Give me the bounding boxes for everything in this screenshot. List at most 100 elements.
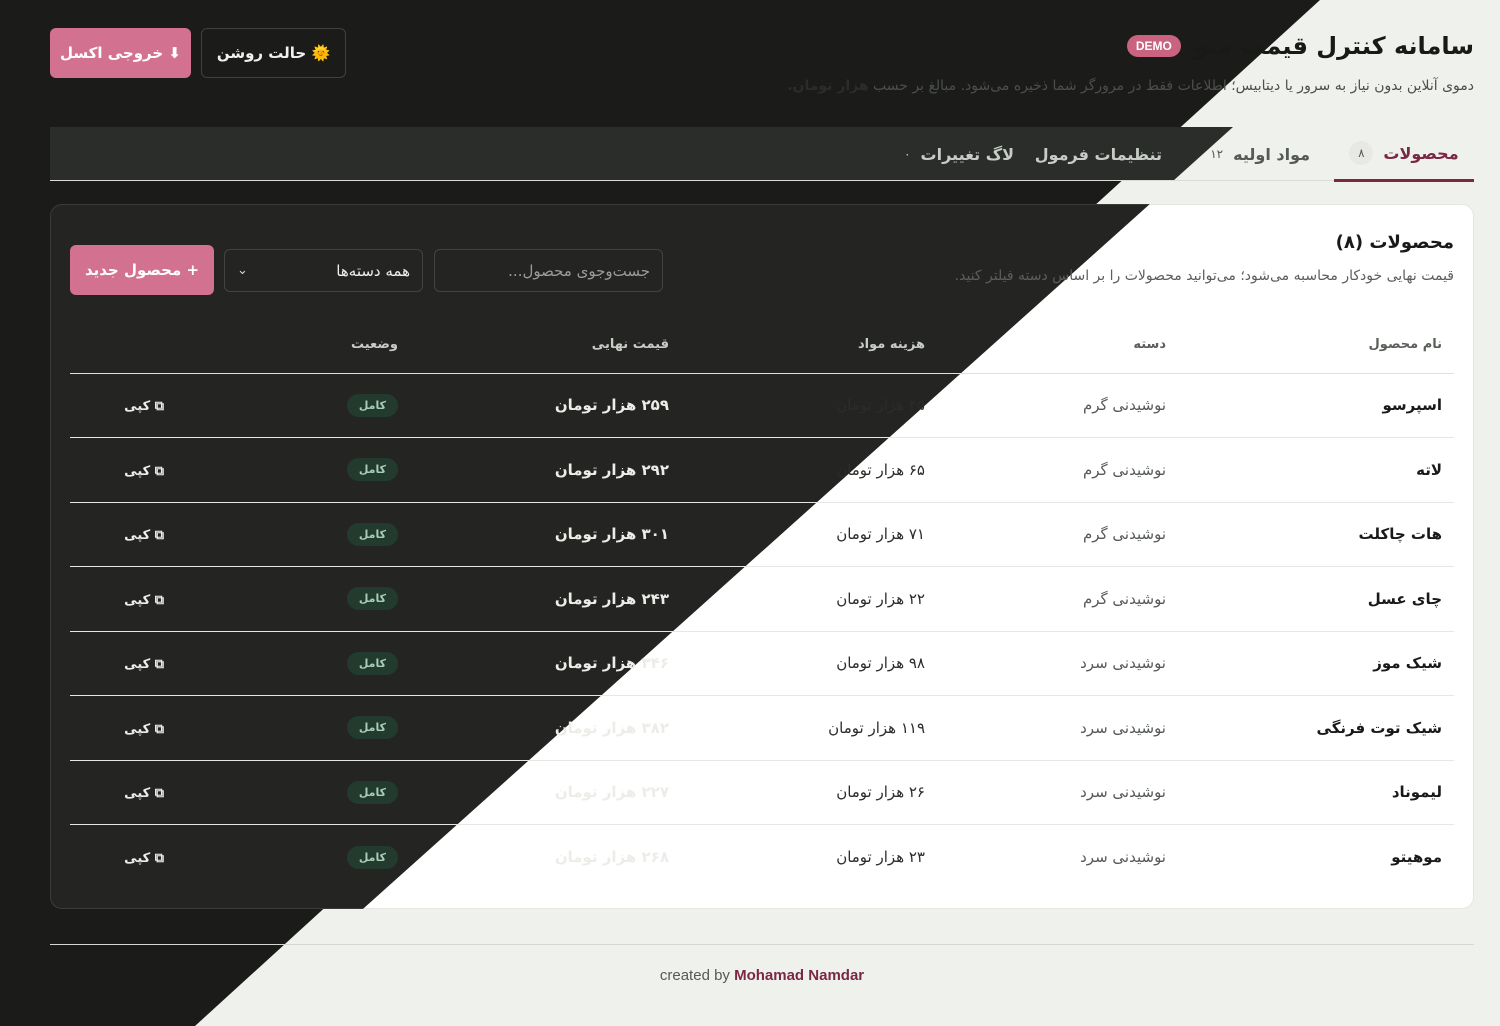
copy-button[interactable]: ⧉ کپی [124, 722, 164, 737]
product-status-cell: کامل [280, 631, 410, 696]
product-status-cell: کامل [280, 437, 410, 503]
product-final-price: ۲۵۹ هزار تومان [554, 396, 669, 415]
table-row: هات چاکلت نوشیدنی گرم ۷۱ هزار تومان ۳۰۱ هزا… [70, 502, 1454, 567]
author-link[interactable]: Mohamad Namdar [734, 967, 864, 984]
product-final-price: ۳۸۲ هزار تومان [554, 718, 669, 737]
light-mode-button[interactable]: 🌞 حالت روشن [201, 28, 346, 78]
product-final-price: ۲۹۲ هزار تومان [554, 460, 669, 479]
column-header-price: قیمت نهایی [410, 316, 681, 374]
product-name: هات چاکلت [1358, 525, 1443, 544]
tab-ingredients[interactable]: مواد اولیه ۱۲ [1210, 127, 1310, 181]
product-status-cell: کامل [280, 825, 410, 890]
product-status-cell: کامل [280, 502, 410, 567]
product-material-cost-cell: ۲۶ هزار تومان [681, 760, 937, 825]
product-category: نوشیدنی گرم [1082, 396, 1166, 415]
copy-button[interactable]: ⧉ کپی [124, 464, 164, 479]
product-material-cost-cell: ۷۱ هزار تومان [681, 502, 937, 567]
table-row: لاته نوشیدنی گرم ۶۵ هزار تومان ۲۹۲ هزار توم… [70, 437, 1454, 503]
title-wrap: سامانه کنترل قیمت منو DEMO [1126, 32, 1474, 60]
product-search-input[interactable] [434, 249, 663, 292]
product-final-price-cell: ۳۰۱ هزار تومان [410, 502, 681, 567]
column-header-actions [70, 316, 280, 374]
product-final-price-cell: ۲۲۷ هزار تومان [410, 760, 681, 825]
tab-count: ۰ [904, 147, 911, 161]
product-final-price: ۲۶۸ هزار تومان [554, 848, 669, 866]
product-material-cost: ۶۵ هزار تومان [836, 460, 925, 479]
copy-button[interactable]: ⧉ کپی [124, 528, 164, 543]
card-description: قیمت نهایی خودکار محاسبه می‌شود؛ می‌توان… [954, 268, 1454, 284]
product-name-cell: شیک توت فرنگی [1178, 695, 1454, 761]
copy-button[interactable]: ⧉ کپی [124, 786, 164, 801]
product-final-price-cell: ۲۶۸ هزار تومان [410, 825, 681, 890]
card-title: محصولات (۸) [1335, 232, 1454, 253]
product-name: شیک موز [1373, 654, 1442, 673]
category-filter-select[interactable]: همه دسته‌ها ⌄ [224, 249, 423, 292]
product-name-cell: موهیتو [1178, 825, 1454, 890]
category-filter-value: همه دسته‌ها [336, 261, 410, 280]
footer-credit: created by Mohamad Namdar [50, 967, 1474, 984]
header-actions: 🌞 حالت روشن ⬇ خروجی اکسل [50, 28, 346, 78]
product-material-cost: ۲۲ هزار تومان [836, 589, 925, 608]
product-status-cell: کامل [280, 566, 410, 632]
product-name-cell: اسپرسو [1178, 373, 1454, 438]
product-category-cell: نوشیدنی سرد [937, 695, 1178, 761]
tab-label: محصولات [1383, 143, 1459, 163]
product-category-cell: نوشیدنی گرم [937, 437, 1178, 503]
product-category-cell: نوشیدنی گرم [937, 373, 1178, 438]
product-status-cell: کامل [280, 695, 410, 761]
products-card: محصولات (۸) قیمت نهایی خودکار محاسبه می‌… [50, 204, 1474, 909]
product-final-price: ۲۴۳ هزار تومان [554, 589, 669, 608]
status-badge: کامل [346, 651, 398, 675]
product-material-cost-cell: ۴۵ هزار تومان [681, 373, 937, 438]
product-final-price-cell: ۳۸۲ هزار تومان [410, 695, 681, 761]
column-header-cost: هزینه مواد [681, 316, 937, 374]
tab-products[interactable]: محصولات ۸ [1334, 127, 1474, 182]
status-badge: کامل [346, 587, 398, 611]
page-footer: created by Mohamad Namdar [50, 944, 1474, 984]
copy-button[interactable]: ⧉ کپی [124, 851, 164, 866]
app-header: سامانه کنترل قیمت منو DEMO دموی آنلاین ب… [50, 28, 1474, 108]
product-final-price-cell: ۳۴۶ هزار تومان [410, 631, 681, 696]
product-category-cell: نوشیدنی سرد [937, 825, 1178, 890]
copy-button[interactable]: ⧉ کپی [124, 593, 164, 608]
product-category-cell: نوشیدنی گرم [937, 566, 1178, 632]
status-badge: کامل [346, 716, 398, 740]
product-actions-cell: ⧉ کپی [70, 502, 280, 567]
product-material-cost: ۱۱۹ هزار تومان [828, 718, 925, 737]
product-final-price-cell: ۲۴۳ هزار تومان [410, 566, 681, 632]
product-name: اسپرسو [1382, 396, 1442, 415]
product-material-cost-cell: ۱۱۹ هزار تومان [681, 695, 937, 761]
product-name-cell: هات چاکلت [1178, 502, 1454, 567]
product-name-cell: شیک موز [1178, 631, 1454, 696]
chevron-down-icon: ⌄ [237, 263, 248, 278]
product-actions-cell: ⧉ کپی [70, 437, 280, 503]
product-category: نوشیدنی سرد [1080, 654, 1166, 673]
product-final-price: ۳۴۶ هزار تومان [554, 654, 669, 673]
product-category-cell: نوشیدنی سرد [937, 760, 1178, 825]
column-header-name: نام محصول [1178, 316, 1454, 374]
export-excel-button[interactable]: ⬇ خروجی اکسل [50, 28, 191, 78]
tab-formula-settings[interactable]: تنظیمات فرمول [1035, 127, 1162, 181]
product-material-cost-cell: ۶۵ هزار تومان [681, 437, 937, 503]
product-category: نوشیدنی سرد [1080, 848, 1166, 866]
copy-button[interactable]: ⧉ کپی [124, 399, 164, 414]
app-subtitle: دموی آنلاین بدون نیاز به سرور یا دیتابیس… [787, 78, 1474, 94]
product-category-cell: نوشیدنی سرد [937, 631, 1178, 696]
status-badge: کامل [346, 393, 398, 417]
product-status-cell: کامل [280, 760, 410, 825]
product-category: نوشیدنی گرم [1082, 525, 1166, 544]
product-name: لاته [1416, 460, 1442, 479]
tab-change-log[interactable]: لاگ تغییرات ۰ [904, 127, 1014, 181]
product-material-cost-cell: ۲۳ هزار تومان [681, 825, 937, 890]
new-product-button[interactable]: + محصول جدید [70, 245, 214, 295]
copy-button[interactable]: ⧉ کپی [124, 657, 164, 672]
tab-count: ۱۲ [1210, 147, 1224, 161]
tab-label: تنظیمات فرمول [1034, 144, 1162, 164]
product-final-price-cell: ۲۵۹ هزار تومان [410, 373, 681, 438]
product-final-price: ۲۲۷ هزار تومان [554, 783, 669, 802]
product-actions-cell: ⧉ کپی [70, 825, 280, 890]
product-category: نوشیدنی گرم [1082, 460, 1166, 479]
product-material-cost: ۷۱ هزار تومان [836, 525, 925, 544]
product-name: موهیتو [1391, 848, 1442, 866]
product-material-cost: ۲۳ هزار تومان [836, 848, 925, 866]
